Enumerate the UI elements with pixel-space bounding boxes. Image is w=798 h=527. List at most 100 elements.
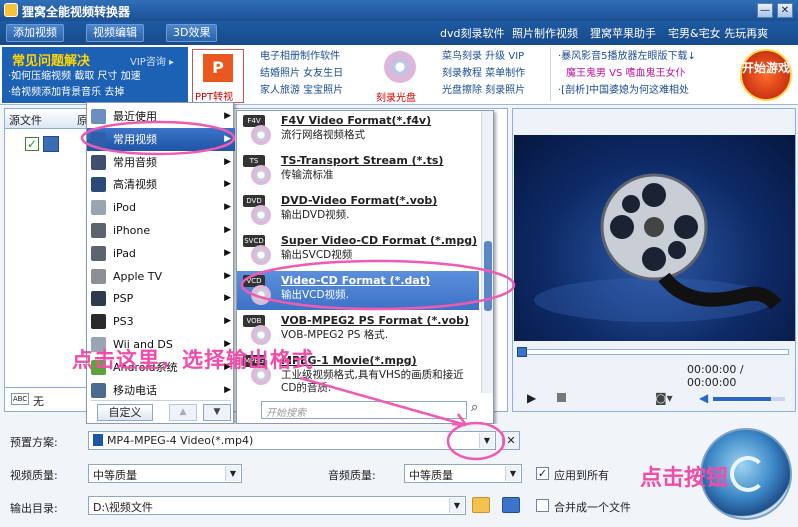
faq-line[interactable]: ·如何压缩视频 截取 尺寸 加速 [8, 69, 141, 85]
audio-track-select[interactable]: ABC 无 [5, 387, 89, 411]
category-item[interactable]: iPad ▶ [87, 242, 235, 265]
preset-select[interactable]: MP4-MPEG-4 Video(*.mp4) ▼ [88, 431, 496, 450]
vip-link[interactable]: VIP咨询 ▸ [130, 53, 174, 68]
burn-disc-ad[interactable]: 刻录光盘 [372, 49, 428, 104]
file-checkbox[interactable]: ✓ [25, 137, 39, 151]
category-item[interactable]: iPod ▶ [87, 196, 235, 219]
apple-icon [91, 268, 106, 284]
chevron-down-icon[interactable]: ▼ [505, 466, 520, 481]
category-item[interactable]: 移动电话 ▶ [87, 379, 235, 402]
video-edit-button[interactable]: 视频编辑 [86, 24, 144, 42]
news-line[interactable]: ·[剖析]中国婆媳为何这难相处 [558, 83, 689, 99]
category-item[interactable]: 最近使用 ▶ [87, 105, 235, 128]
audio-quality-select[interactable]: 中等质量 ▼ [404, 464, 522, 483]
format-search-input[interactable]: 开始搜索 [261, 401, 467, 419]
open-folder-icon[interactable] [502, 497, 520, 513]
volume-slider[interactable] [713, 397, 785, 401]
category-item[interactable]: 常用视频 ▶ [87, 127, 235, 151]
burn-ad-line[interactable]: 刻录教程 菜单制作 [442, 66, 525, 82]
photo-ad-line[interactable]: 家人旅游 宝宝照片 [260, 83, 343, 99]
merge-label: 合并成一个文件 [554, 501, 631, 514]
photo-ad-line[interactable]: 电子相册制作软件 [260, 49, 340, 65]
chevron-down-icon[interactable]: ▼ [225, 466, 240, 481]
divider [550, 47, 551, 101]
chevron-down-icon[interactable]: ▼ [449, 498, 464, 513]
category-item[interactable]: 高清视频 ▶ [87, 173, 235, 196]
category-item[interactable]: 常用音频 ▶ [87, 151, 235, 174]
move-down-button[interactable]: ▼ [203, 404, 231, 421]
format-item[interactable]: VCD Video-CD Format (*.dat) 输出VCD视频. [237, 271, 479, 310]
camera-icon[interactable]: ◙▾ [655, 391, 673, 405]
category-item-label: Apple TV [113, 269, 163, 283]
photo-ad-line[interactable]: 结婚照片 女友生日 [260, 66, 343, 82]
stop-icon[interactable] [557, 393, 566, 402]
category-item[interactable]: PS3 ▶ [87, 310, 235, 333]
disc-format-icon: F4V [243, 115, 273, 145]
app-title: 狸窝全能视频转换器 [22, 5, 131, 19]
volume-icon[interactable]: ◀ [699, 391, 708, 405]
news-line[interactable]: 魔王鬼男 VS 嗜血鬼王女仆 [566, 66, 686, 82]
apply-all-checkbox[interactable]: ✓ [536, 467, 549, 480]
disc-icon [251, 245, 271, 265]
move-up-button[interactable]: ▲ [169, 404, 197, 421]
dvd-burn-link[interactable]: dvd刻录软件 [440, 25, 504, 41]
start-game-button[interactable]: 开始游戏 [740, 49, 792, 101]
scrollbar-thumb[interactable] [484, 241, 492, 311]
format-description: 流行网络视频格式 [281, 129, 365, 141]
subtitle-icon: ABC [11, 393, 29, 405]
format-item[interactable]: SVCD Super Video-CD Format (*.mpg) 输出SVCD视… [237, 231, 479, 270]
seek-bar[interactable] [517, 347, 789, 357]
column-header-source[interactable]: 源文件 [5, 109, 85, 129]
folder-browse-icon[interactable] [472, 497, 490, 513]
format-description: VOB-MPEG2 PS 格式. [281, 329, 389, 341]
seek-handle[interactable] [517, 347, 527, 357]
preset-label: 预置方案: [10, 436, 58, 449]
apple-helper-link[interactable]: 狸窝苹果助手 [590, 25, 656, 41]
faq-line[interactable]: ·给视频添加背景音乐 去掉 [8, 85, 124, 101]
format-scrollbar[interactable] [481, 111, 493, 393]
play-icon[interactable]: ▶ [527, 391, 536, 405]
minimize-button[interactable]: — [757, 3, 773, 18]
chevron-down-icon[interactable]: ▼ [479, 433, 494, 448]
chevron-right-icon: ▶ [224, 247, 231, 258]
settings-wrench-icon[interactable]: ✕ [502, 431, 520, 450]
format-item[interactable]: TS TS-Transport Stream (*.ts) 传输流标准 [237, 151, 479, 190]
category-menu: 最近使用 ▶ 常用视频 ▶ 常用音频 ▶ 高清视频 ▶ iPod ▶ iPhone ▶ iPad ▶ App… [86, 102, 235, 424]
games-link[interactable]: 宅男&宅女 先玩再爽 [668, 25, 768, 41]
hd-icon [91, 177, 106, 193]
merge-checkbox[interactable] [536, 499, 549, 512]
chevron-right-icon: ▶ [224, 202, 231, 213]
chevron-right-icon: ▶ [224, 179, 231, 190]
disc-icon [251, 125, 271, 145]
chevron-right-icon: ▶ [224, 316, 231, 327]
film-reel-icon [534, 173, 782, 322]
search-icon[interactable]: ⌕ [471, 400, 478, 415]
format-item[interactable]: DVD DVD-Video Format(*.vob) 输出DVD视频. [237, 191, 479, 230]
output-dir-field[interactable]: D:\视频文件 ▼ [88, 496, 466, 515]
video-quality-select[interactable]: 中等质量 ▼ [88, 464, 242, 483]
category-item[interactable]: PSP ▶ [87, 287, 235, 310]
menu-footer: 自定义 ▲ ▼ [91, 400, 231, 422]
burn-ad-line[interactable]: 光盘擦除 刻录照片 [442, 83, 525, 99]
close-button[interactable]: ✕ [777, 3, 793, 18]
format-description: 传输流标准 [281, 169, 334, 181]
ppt-icon: P [203, 54, 233, 82]
add-video-button[interactable]: 添加视频 [6, 24, 64, 42]
format-description: 输出VCD视频. [281, 289, 349, 301]
faq-title: 常见问题解决 [12, 54, 91, 69]
annotation-select-format: 点击这里，选择输出格式 [72, 348, 314, 372]
category-item[interactable]: iPhone ▶ [87, 219, 235, 242]
3d-effect-button[interactable]: 3D效果 [166, 24, 218, 42]
output-dir-value: D:\视频文件 [93, 501, 153, 514]
category-item[interactable]: Apple TV ▶ [87, 265, 235, 288]
format-description: 输出DVD视频. [281, 209, 350, 221]
format-item[interactable]: F4V F4V Video Format(*.f4v) 流行网络视频格式 [237, 111, 479, 150]
news-line[interactable]: ·暴风影音5播放器左眼版下载↓ [558, 49, 696, 65]
format-title: VOB-MPEG2 PS Format (*.vob) [281, 314, 470, 327]
disc-format-icon: VOB [243, 315, 273, 345]
ps3-icon [91, 314, 106, 330]
photo-video-link[interactable]: 照片制作视频 [512, 25, 578, 41]
burn-ad-line[interactable]: 菜鸟刻录 升级 VIP [442, 49, 524, 65]
ppt-ad[interactable]: P PPT转视频 [192, 49, 244, 118]
custom-button[interactable]: 自定义 [97, 404, 153, 421]
